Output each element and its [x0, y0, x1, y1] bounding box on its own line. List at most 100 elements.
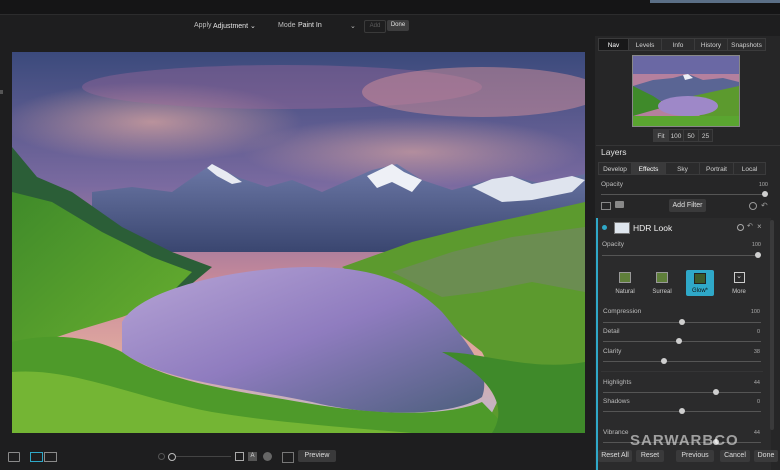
preset-glow-label: Glow* — [691, 288, 708, 294]
preset-surreal[interactable]: Surreal — [651, 272, 673, 296]
filter-reset-icon[interactable]: ↶ — [747, 222, 753, 230]
layer-opacity-track[interactable] — [601, 194, 766, 195]
highlights-value: 44 — [753, 380, 760, 386]
previous-button[interactable]: Previous — [676, 450, 714, 462]
mode-value[interactable]: Paint In — [298, 22, 322, 29]
layer-stack-icon[interactable] — [601, 202, 611, 210]
filter-opacity-value: 100 — [751, 242, 761, 248]
zoom-100-button[interactable]: 100 — [668, 129, 683, 142]
highlights-knob[interactable] — [713, 389, 719, 395]
preset-surreal-icon — [656, 272, 668, 283]
layer-opacity-knob[interactable] — [762, 191, 768, 197]
slider-group-divider — [601, 371, 763, 372]
zoom-25-button[interactable]: 25 — [698, 129, 713, 142]
navigator-image — [633, 56, 739, 126]
mask-toggle-icon[interactable] — [263, 452, 272, 461]
preset-natural-icon — [619, 272, 631, 283]
chevron-down-icon: ⌄ — [733, 272, 745, 283]
tab-local[interactable]: Local — [733, 162, 766, 175]
filter-settings-icon[interactable] — [737, 224, 744, 231]
tab-portrait[interactable]: Portrait — [699, 162, 733, 175]
detail-track[interactable] — [603, 341, 761, 342]
apply-label: Apply — [194, 22, 212, 29]
layer-opacity-value: 100 — [758, 182, 768, 188]
filter-title: HDR Look — [633, 223, 673, 233]
tab-levels[interactable]: Levels — [628, 38, 661, 51]
mask-toolbar: Apply Adjustment ⌄ Mode Paint In ⌄ Add D… — [0, 15, 595, 37]
compare-view-icon[interactable] — [44, 452, 57, 462]
filter-opacity-label: Opacity — [602, 241, 625, 248]
tab-nav[interactable]: Nav — [598, 38, 628, 51]
zoom-slider-knob[interactable] — [168, 453, 176, 461]
clarity-knob[interactable] — [661, 358, 667, 364]
zoom-buttons: Fit 100 50 25 — [653, 129, 713, 142]
tab-history[interactable]: History — [694, 38, 727, 51]
tab-snapshots[interactable]: Snapshots — [727, 38, 766, 51]
panel-footer: Reset All Reset Previous Cancel Done — [598, 450, 780, 464]
layer-opacity-label: Opacity — [601, 181, 624, 188]
compression-value: 100 — [750, 309, 760, 315]
gear-icon[interactable] — [749, 202, 757, 210]
preset-natural-label: Natural — [615, 289, 635, 295]
photo-canvas[interactable] — [12, 52, 585, 433]
camera-icon[interactable] — [615, 201, 624, 208]
compression-knob[interactable] — [679, 319, 685, 325]
tab-info[interactable]: Info — [661, 38, 694, 51]
tab-sky[interactable]: Sky — [665, 162, 699, 175]
clarity-value: 38 — [753, 349, 760, 355]
detail-knob[interactable] — [676, 338, 682, 344]
zoom-fit-button[interactable]: Fit — [653, 129, 668, 142]
filter-thumbnail-icon — [614, 222, 630, 234]
panel-tabs: Nav Levels Info History Snapshots — [598, 38, 766, 51]
crop-icon[interactable] — [235, 452, 244, 461]
zoom-slider-track[interactable] — [176, 456, 231, 457]
shadows-value: 0 — [756, 399, 760, 405]
highlights-track[interactable] — [603, 392, 761, 393]
navigator-thumbnail[interactable] — [632, 55, 740, 127]
tab-effects[interactable]: Effects — [631, 162, 665, 175]
layers-title: Layers — [601, 147, 627, 157]
browse-icon[interactable] — [8, 452, 20, 462]
shadows-knob[interactable] — [679, 408, 685, 414]
preset-glow[interactable]: Glow* — [686, 270, 714, 296]
overlay-icon[interactable] — [282, 452, 294, 463]
preset-more[interactable]: ⌄ More — [728, 272, 750, 296]
side-tool-marker — [0, 90, 3, 94]
apply-dropdown[interactable]: Adjustment ⌄ — [213, 22, 256, 30]
detail-label: Detail — [603, 328, 620, 335]
filter-opacity-track[interactable] — [602, 255, 760, 256]
add-button[interactable]: Add — [364, 20, 386, 33]
filter-enabled-dot[interactable] — [602, 225, 607, 230]
preset-surreal-label: Surreal — [652, 289, 672, 295]
undo-icon[interactable]: ↶ — [761, 201, 768, 210]
bottom-toolbar: A Preview — [0, 445, 595, 470]
zoom-out-icon[interactable] — [158, 453, 165, 460]
compression-label: Compression — [603, 308, 642, 315]
preset-natural[interactable]: Natural — [614, 272, 636, 296]
done-button[interactable]: Done — [387, 20, 409, 31]
mode-chevron-down-icon[interactable]: ⌄ — [350, 22, 356, 30]
vibrance-label: Vibrance — [603, 429, 629, 436]
mode-label: Mode — [278, 22, 296, 29]
detail-value: 0 — [756, 329, 760, 335]
tab-develop[interactable]: Develop — [598, 162, 631, 175]
close-icon[interactable]: × — [757, 222, 762, 231]
highlights-label: Highlights — [603, 379, 632, 386]
chevron-down-icon: ⌄ — [249, 23, 256, 30]
panel-scrollbar[interactable] — [770, 220, 774, 430]
landscape-image — [12, 52, 585, 433]
apply-value: Adjustment — [213, 23, 249, 30]
clarity-track[interactable] — [603, 361, 761, 362]
window-accent-bar — [650, 0, 780, 3]
auto-icon[interactable]: A — [248, 452, 257, 461]
reset-button[interactable]: Reset — [636, 450, 664, 462]
add-filter-button[interactable]: Add Filter — [669, 199, 706, 212]
preview-button[interactable]: Preview — [298, 450, 336, 462]
zoom-50-button[interactable]: 50 — [683, 129, 698, 142]
cancel-button[interactable]: Cancel — [720, 450, 750, 462]
preset-more-label: More — [732, 289, 746, 295]
single-view-icon[interactable] — [30, 452, 43, 462]
done-footer-button[interactable]: Done — [754, 450, 778, 462]
filter-opacity-knob[interactable] — [755, 252, 761, 258]
reset-all-button[interactable]: Reset All — [598, 450, 632, 462]
